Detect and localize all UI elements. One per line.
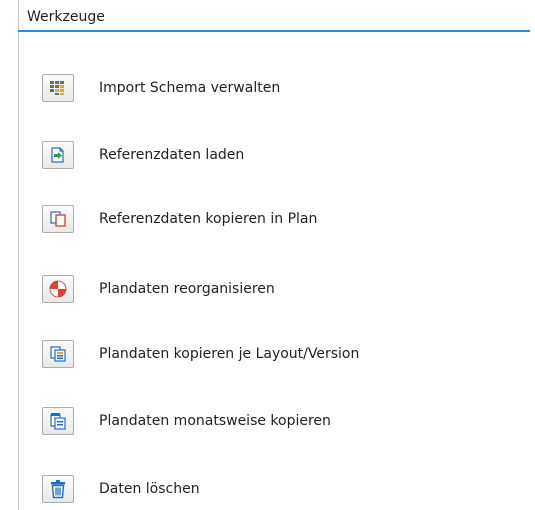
tool-label: Plandaten reorganisieren <box>99 281 275 297</box>
load-reference-icon <box>51 147 64 163</box>
load-reference-button[interactable] <box>42 141 74 169</box>
tool-label: Import Schema verwalten <box>99 80 281 96</box>
tool-import-schema[interactable]: Import Schema verwalten <box>42 72 280 104</box>
tool-reorganize[interactable]: Plandaten reorganisieren <box>42 273 275 305</box>
import-schema-button[interactable] <box>42 74 74 102</box>
panel-left-border <box>18 0 19 510</box>
copy-monthly-button[interactable] <box>42 407 74 435</box>
tool-label: Daten löschen <box>99 481 200 497</box>
tool-label: Referenzdaten laden <box>99 147 245 163</box>
reorganize-icon <box>49 280 67 298</box>
copy-reference-button[interactable] <box>42 205 74 233</box>
copy-monthly-icon <box>50 413 66 430</box>
copy-layout-icon <box>50 346 66 362</box>
tool-label: Referenzdaten kopieren in Plan <box>99 211 318 227</box>
tool-load-reference[interactable]: Referenzdaten laden <box>42 139 244 171</box>
tool-label: Plandaten kopieren je Layout/Version <box>99 346 360 362</box>
tool-copy-monthly[interactable]: Plandaten monatsweise kopieren <box>42 405 331 437</box>
tool-label: Plandaten monatsweise kopieren <box>99 413 331 429</box>
copy-reference-icon <box>50 211 66 227</box>
reorganize-button[interactable] <box>42 275 74 303</box>
copy-layout-button[interactable] <box>42 340 74 368</box>
panel-title: Werkzeuge <box>27 9 105 25</box>
tools-panel: Werkzeuge Import Schema verwalten Refere… <box>0 0 535 510</box>
trash-icon <box>51 480 65 499</box>
tool-copy-layout[interactable]: Plandaten kopieren je Layout/Version <box>42 338 359 370</box>
tool-delete-data[interactable]: Daten löschen <box>42 473 200 505</box>
tool-copy-reference[interactable]: Referenzdaten kopieren in Plan <box>42 203 317 235</box>
panel-header: Werkzeuge <box>18 8 530 32</box>
import-schema-icon <box>50 81 64 95</box>
delete-data-button[interactable] <box>42 475 74 503</box>
